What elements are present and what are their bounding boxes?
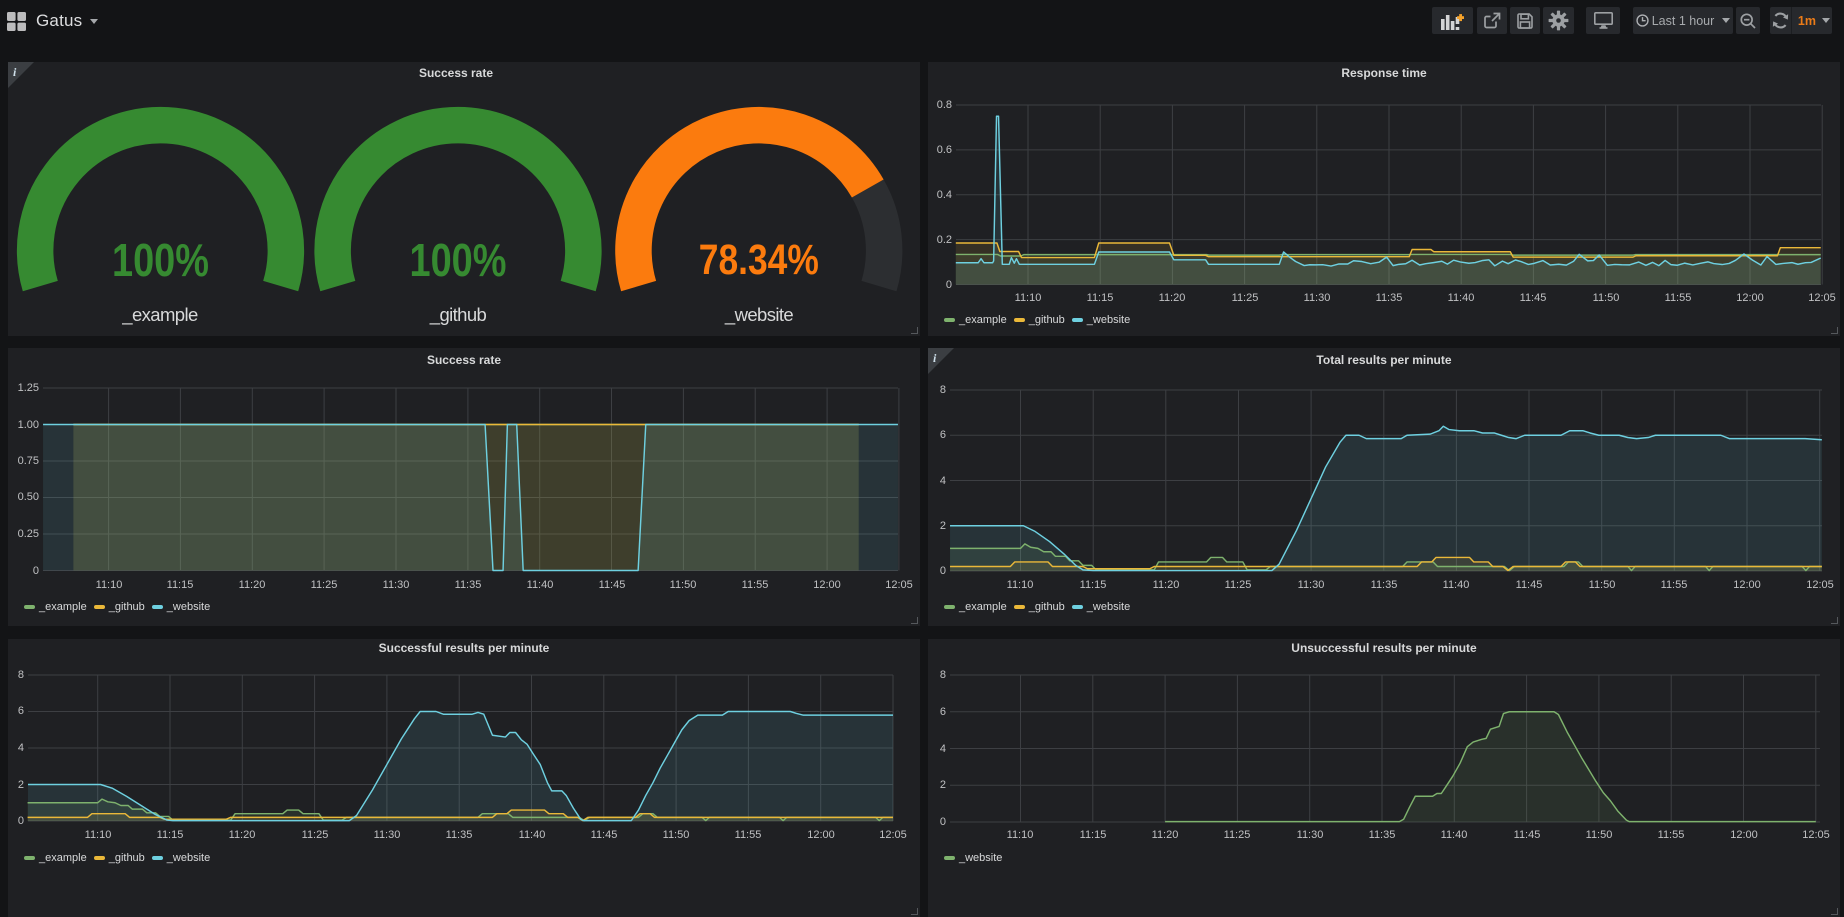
- svg-text:78.34%: 78.34%: [699, 236, 819, 284]
- svg-text:100%: 100%: [112, 234, 209, 286]
- svg-text:100%: 100%: [410, 234, 507, 286]
